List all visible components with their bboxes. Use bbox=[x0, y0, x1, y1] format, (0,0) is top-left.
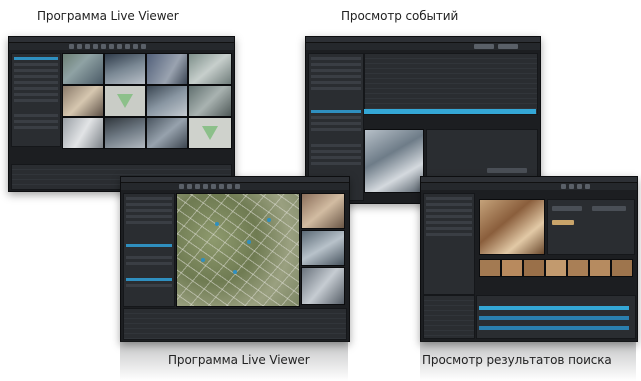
search-tree-panel bbox=[423, 193, 475, 295]
device-tree-panel bbox=[11, 53, 61, 147]
camera-tile[interactable] bbox=[301, 267, 345, 305]
caption-bottom-left: Программа Live Viewer bbox=[168, 353, 310, 367]
camera-tile[interactable] bbox=[146, 117, 188, 149]
calendar-panel[interactable] bbox=[423, 295, 475, 339]
camera-tile[interactable] bbox=[188, 85, 232, 117]
map-view[interactable] bbox=[176, 193, 300, 307]
thumbnail[interactable] bbox=[479, 259, 501, 277]
camera-tile[interactable] bbox=[301, 230, 345, 266]
camera-tile[interactable] bbox=[301, 193, 345, 229]
timeline-bar[interactable] bbox=[479, 326, 629, 330]
caption-bottom-right: Просмотр результатов поиска bbox=[422, 353, 612, 367]
camera-tile[interactable] bbox=[146, 53, 188, 85]
timeline-panel[interactable] bbox=[476, 295, 636, 339]
camera-tile[interactable] bbox=[104, 117, 146, 149]
logo-icon bbox=[117, 94, 133, 108]
camera-tile[interactable] bbox=[188, 117, 232, 149]
camera-tile[interactable] bbox=[188, 53, 232, 85]
bottom-event-list bbox=[123, 308, 347, 340]
caption-top-right: Просмотр событий bbox=[341, 9, 459, 23]
thumbnail[interactable] bbox=[611, 259, 633, 277]
camera-tile[interactable] bbox=[146, 85, 188, 117]
camera-tile[interactable] bbox=[62, 117, 104, 149]
thumbnail-strip bbox=[479, 259, 633, 277]
thumbnail[interactable] bbox=[523, 259, 545, 277]
timeline-bar[interactable] bbox=[479, 316, 629, 320]
search-results-screenshot bbox=[420, 176, 638, 342]
camera-tile[interactable] bbox=[62, 85, 104, 117]
search-options-panel bbox=[547, 199, 635, 255]
map-tree-panel bbox=[123, 193, 175, 307]
caption-top-left: Программа Live Viewer bbox=[37, 9, 179, 23]
thumbnail[interactable] bbox=[545, 259, 567, 277]
live-viewer-screenshot-2 bbox=[120, 176, 350, 342]
side-camera-stack bbox=[301, 193, 345, 305]
thumbnail[interactable] bbox=[501, 259, 523, 277]
camera-tile[interactable] bbox=[62, 53, 104, 85]
map-markers bbox=[201, 218, 271, 274]
thumbnail[interactable] bbox=[589, 259, 611, 277]
timeline-bar[interactable] bbox=[479, 306, 629, 310]
search-preview-frame[interactable] bbox=[479, 199, 545, 255]
camera-tile[interactable] bbox=[104, 85, 146, 117]
thumbnail[interactable] bbox=[567, 259, 589, 277]
selected-event-row[interactable] bbox=[364, 109, 536, 114]
camera-tile[interactable] bbox=[104, 53, 146, 85]
logo-icon bbox=[202, 126, 218, 140]
toolbar bbox=[9, 43, 234, 50]
event-table[interactable] bbox=[364, 53, 538, 115]
event-video-frame[interactable] bbox=[364, 129, 424, 193]
video-grid bbox=[62, 53, 232, 161]
live-viewer-screenshot-1 bbox=[8, 36, 235, 192]
